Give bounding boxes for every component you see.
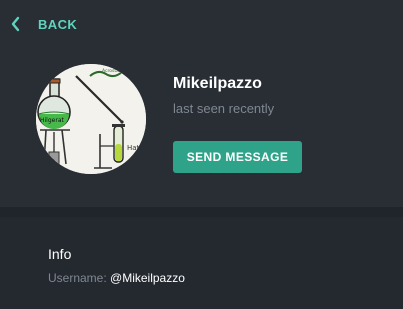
last-seen-status: last seen recently	[173, 101, 275, 116]
profile-header-panel: BACK Acrostate Hilgerat Hat Mikeilpazzo …	[0, 0, 403, 207]
username-row: Username: @Mikeilpazzo	[48, 271, 185, 285]
avatar-top-label: Acrostate	[102, 68, 124, 74]
send-message-button[interactable]: SEND MESSAGE	[173, 141, 302, 173]
chevron-left-icon	[10, 14, 22, 34]
avatar-flask-label: Hilgerat	[40, 117, 64, 124]
avatar-right-label: Hat	[127, 144, 140, 152]
contact-name: Mikeilpazzo	[173, 75, 262, 92]
username-value[interactable]: @Mikeilpazzo	[110, 271, 185, 285]
avatar: Acrostate Hilgerat Hat	[36, 64, 146, 174]
back-label: BACK	[38, 16, 78, 32]
info-section-title: Info	[48, 246, 72, 262]
section-divider	[0, 207, 403, 217]
back-button[interactable]: BACK	[10, 12, 77, 36]
username-label: Username:	[48, 271, 107, 285]
